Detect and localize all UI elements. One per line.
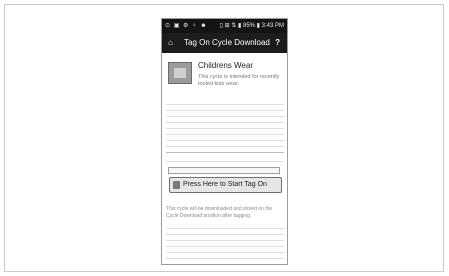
cycle-thumbnail — [168, 62, 192, 84]
phone-icon — [173, 181, 180, 189]
app-bar: ⌂ Tag On Cycle Download ? — [162, 33, 287, 53]
cycle-description: This cycle is intended for recently tool… — [198, 74, 280, 87]
start-tag-on-label: Press Here to Start Tag On — [183, 181, 267, 188]
status-system-info: ▯ ⊞ ⇅ ▮ 85% ▮ 3:43 PM — [219, 23, 284, 29]
phone-screen: ⊙ ▣ ⚙ ♀ ☻ ▯ ⊞ ⇅ ▮ 85% ▮ 3:43 PM ⌂ Tag On… — [161, 18, 288, 265]
help-text: This cycle will be downloaded and stored… — [166, 206, 273, 219]
start-tag-on-button[interactable]: Press Here to Start Tag On — [169, 177, 282, 193]
app-title: Tag On Cycle Download — [184, 38, 270, 47]
home-icon[interactable]: ⌂ — [168, 38, 173, 47]
empty-area — [166, 156, 284, 165]
status-bar: ⊙ ▣ ⚙ ♀ ☻ ▯ ⊞ ⇅ ▮ 85% ▮ 3:43 PM — [162, 19, 287, 33]
help-button[interactable]: ? — [275, 38, 280, 47]
footer-empty-area — [166, 223, 284, 261]
cycle-title: Childrens Wear — [198, 61, 253, 70]
empty-list-area — [166, 99, 284, 147]
tag-input-field[interactable] — [168, 167, 280, 174]
divider — [166, 152, 284, 153]
status-notification-icons: ⊙ ▣ ⚙ ♀ ☻ — [165, 23, 208, 29]
